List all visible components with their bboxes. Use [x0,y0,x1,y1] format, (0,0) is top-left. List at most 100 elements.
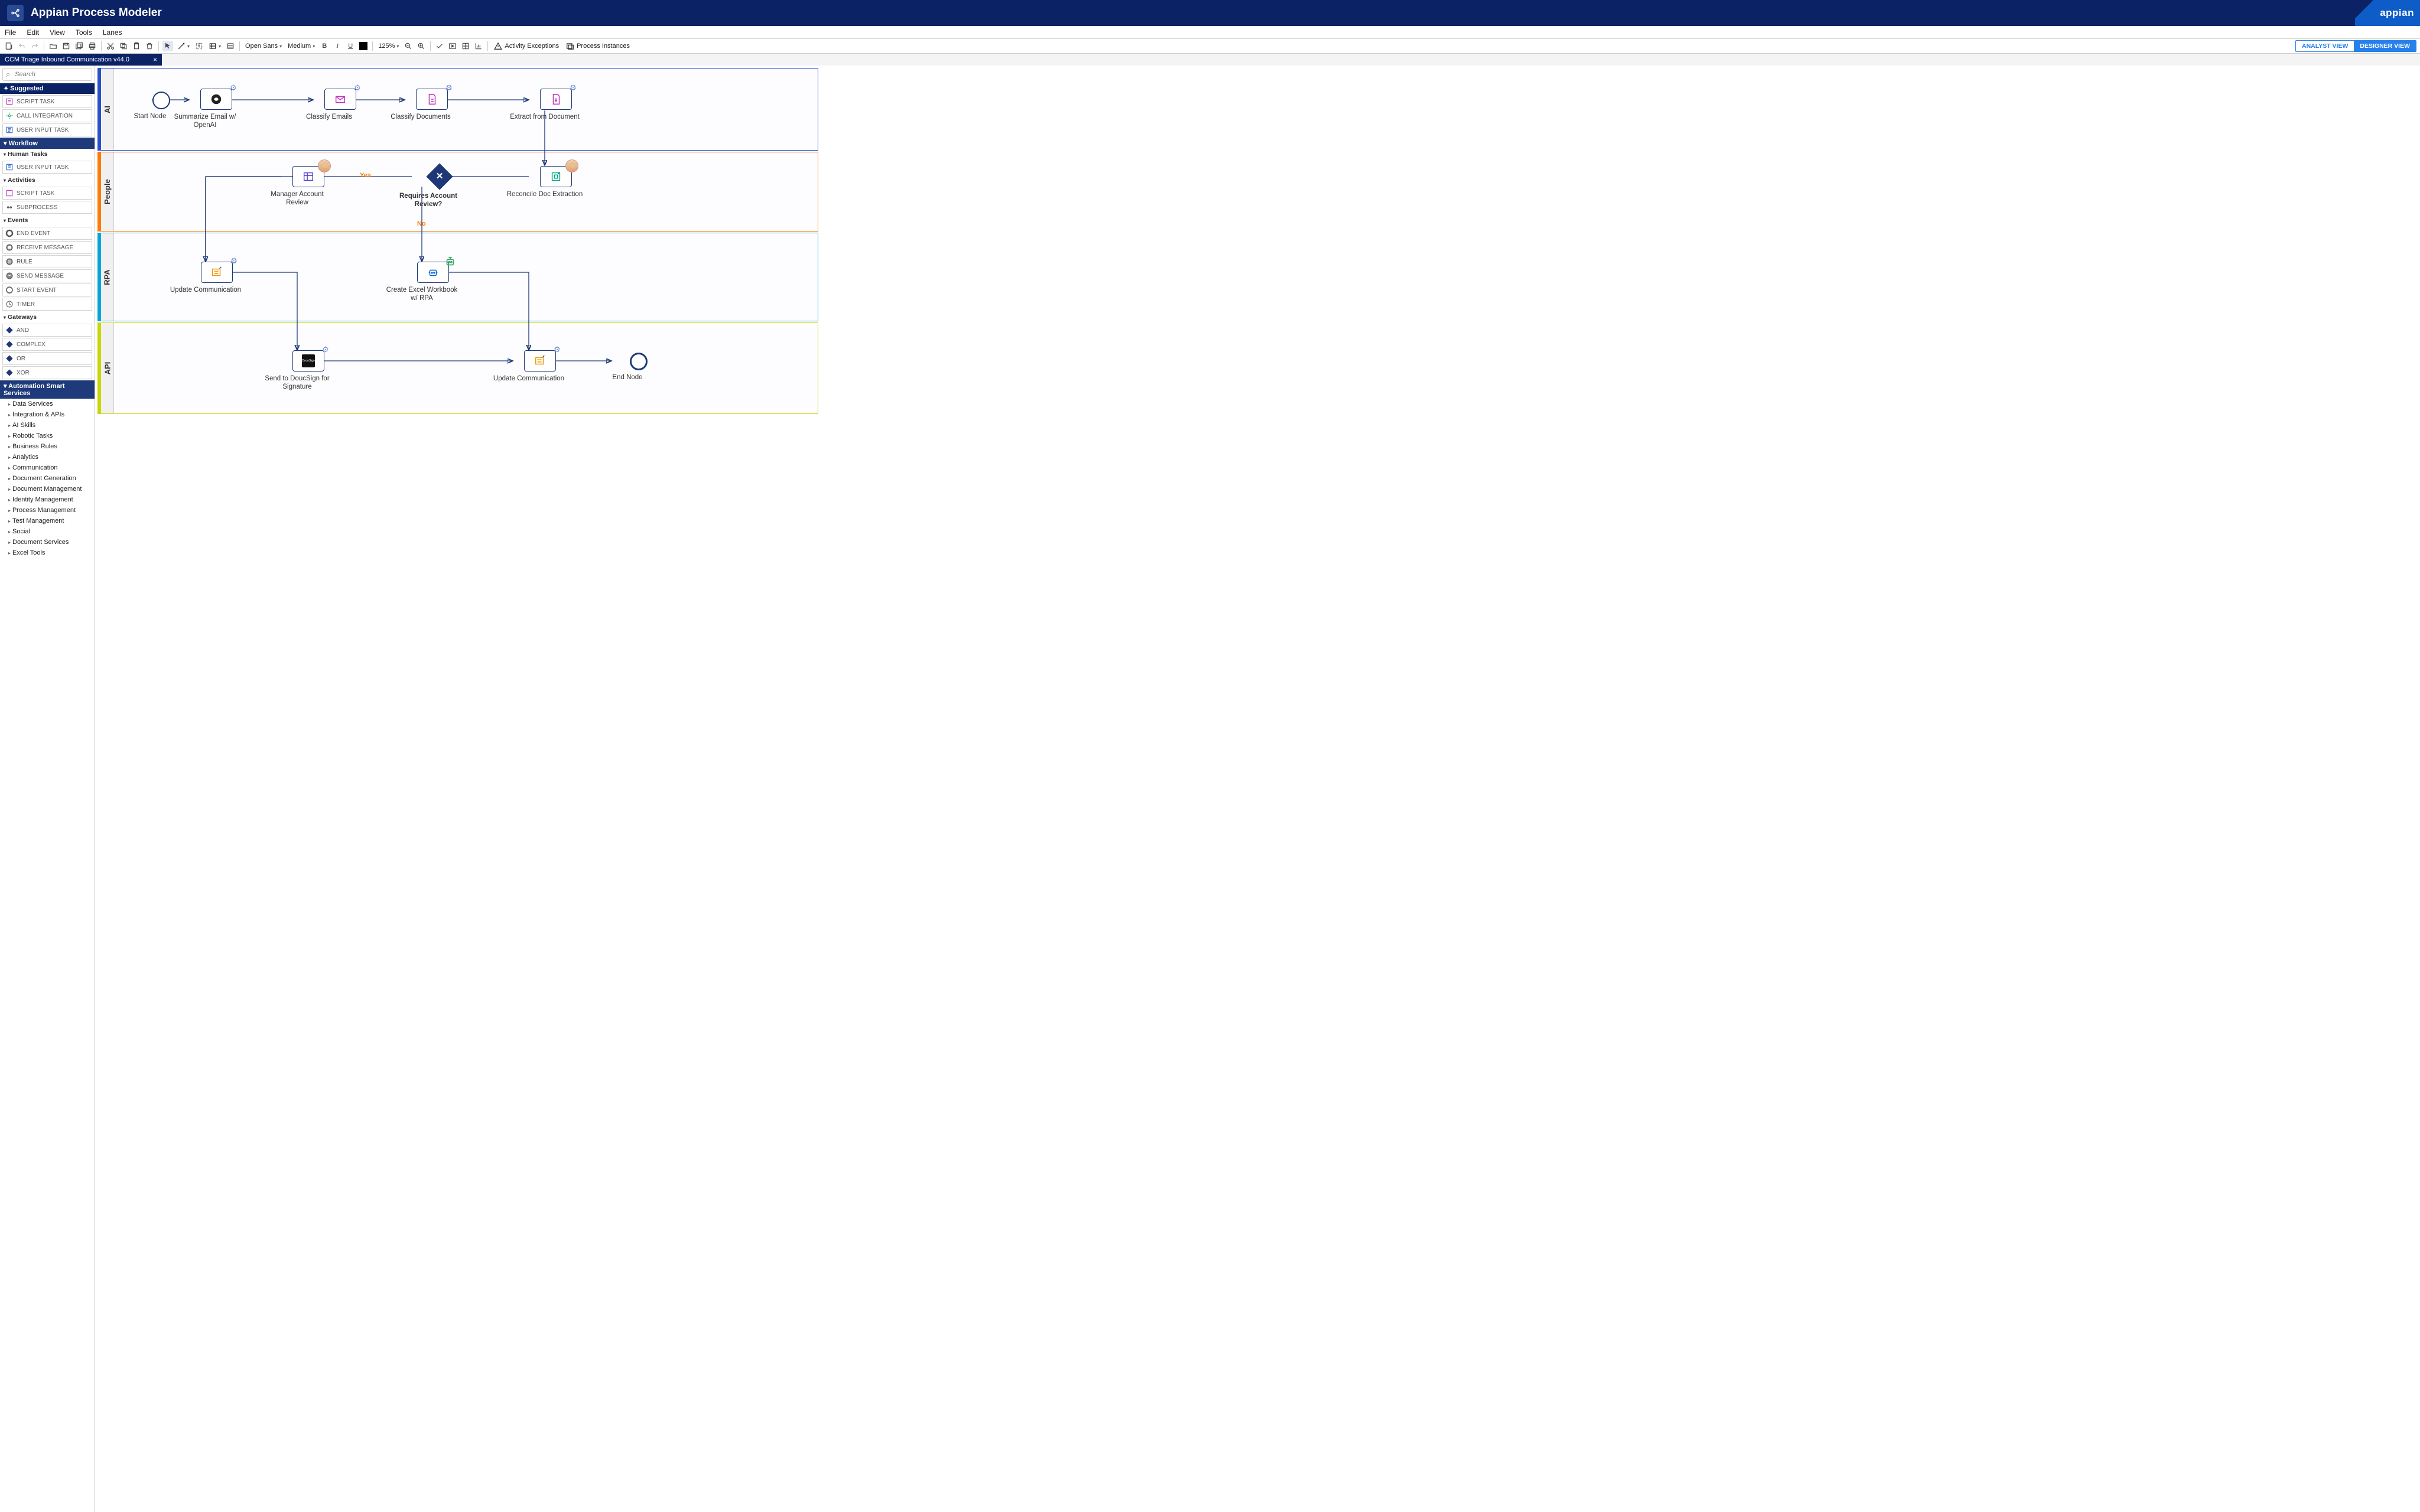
node-create-excel-rpa[interactable]: Create Excel Workbook w/ RPA [406,262,460,303]
item-script-task[interactable]: SCRIPT TASK [2,187,92,200]
node-update-communication-1[interactable]: ⚙ Update Communication [190,262,244,294]
node-summarize-email[interactable]: ⚙ Summarize Email w/ OpenAI [189,89,243,130]
cut-icon[interactable] [105,41,116,51]
process-instances-button[interactable]: Process Instances [564,42,632,50]
menu-tools[interactable]: Tools [76,28,92,37]
analyst-view-tab[interactable]: ANALYST VIEW [2296,41,2354,51]
link-test-management[interactable]: Test Management [0,516,95,526]
link-social[interactable]: Social [0,526,95,537]
menu-view[interactable]: View [50,28,65,37]
edge-label-no: No [417,220,426,227]
italic-icon[interactable]: I [332,41,343,51]
link-business-rules[interactable]: Business Rules [0,441,95,452]
search-input[interactable] [2,68,92,81]
node-send-docusign[interactable]: ⚙ DocuSign Send to DoucSign for Signatur… [281,350,336,392]
node-manager-review[interactable]: Manager Account Review [281,166,336,207]
titlebar: Appian Process Modeler appian [0,0,2420,26]
gear-icon[interactable]: ⚙ [445,83,453,92]
node-classify-documents[interactable]: ⚙ Classify Documents [405,89,459,121]
node-classify-emails[interactable]: ⚙ Classify Emails [313,89,367,121]
copy-icon[interactable] [118,41,129,51]
undo-icon[interactable] [17,41,27,51]
link-process-management[interactable]: Process Management [0,505,95,516]
group-human-tasks[interactable]: Human Tasks [0,149,95,159]
item-gateway-xor[interactable]: XOR [2,366,92,379]
menu-edit[interactable]: Edit [27,28,39,37]
designer-view-tab[interactable]: DESIGNER VIEW [2354,41,2416,51]
item-user-input-task[interactable]: USER INPUT TASK [2,161,92,174]
item-rule[interactable]: RULE [2,255,92,268]
menu-lanes[interactable]: Lanes [103,28,122,37]
save-icon[interactable] [61,41,71,51]
node-end[interactable]: End Node [611,353,666,382]
underline-icon[interactable]: U [345,41,356,51]
new-icon[interactable] [4,41,14,51]
item-gateway-or[interactable]: OR [2,352,92,365]
link-excel-tools[interactable]: Excel Tools [0,548,95,558]
bold-icon[interactable]: B [319,41,330,51]
item-receive-message[interactable]: RECEIVE MESSAGE [2,241,92,254]
node-reconcile-doc[interactable]: Reconcile Doc Extraction [529,166,583,198]
view-toggle[interactable]: ANALYST VIEW DESIGNER VIEW [2295,40,2416,52]
print-icon[interactable] [87,41,97,51]
paste-icon[interactable] [131,41,142,51]
gear-icon[interactable]: ⚙ [321,345,330,353]
chart-icon[interactable] [473,41,484,51]
item-timer[interactable]: TIMER [2,298,92,311]
item-gateway-and[interactable]: AND [2,324,92,337]
gear-icon[interactable]: ⚙ [353,83,362,92]
text-tool-icon[interactable] [194,41,204,51]
menu-file[interactable]: File [5,28,16,37]
link-document-services[interactable]: Document Services [0,537,95,548]
link-identity-management[interactable]: Identity Management [0,494,95,505]
close-icon[interactable]: × [153,56,157,64]
redo-icon[interactable] [30,41,40,51]
group-activities[interactable]: Activities [0,175,95,185]
item-gateway-complex[interactable]: COMPLEX [2,338,92,351]
pointer-icon[interactable] [162,41,173,51]
font-weight-dropdown[interactable]: Medium [286,43,317,50]
group-events[interactable]: Events [0,215,95,226]
link-robotic-tasks[interactable]: Robotic Tasks [0,431,95,441]
color-picker[interactable] [358,41,369,51]
connector-icon[interactable] [175,42,191,50]
suggested-user-input-task[interactable]: USER INPUT TASK [2,123,92,136]
link-document-generation[interactable]: Document Generation [0,473,95,484]
process-canvas[interactable]: AI People RPA API [95,66,2420,1512]
link-data-services[interactable]: Data Services [0,399,95,409]
gear-icon[interactable]: ⚙ [569,83,577,92]
node-gateway-requires-review[interactable]: Requires Account Review? [412,167,467,209]
link-ai-skills[interactable]: AI Skills [0,420,95,431]
zoom-in-icon[interactable] [416,41,427,51]
gear-icon[interactable]: ⚙ [553,345,561,353]
gear-icon[interactable]: ⚙ [229,83,238,92]
open-icon[interactable] [48,41,58,51]
zoom-out-icon[interactable] [403,41,414,51]
item-subprocess[interactable]: SUBPROCESS [2,201,92,214]
gear-icon[interactable]: ⚙ [230,256,238,265]
link-analytics[interactable]: Analytics [0,452,95,462]
suggested-script-task[interactable]: SCRIPT TASK [2,95,92,108]
delete-icon[interactable] [144,41,155,51]
link-integration-apis[interactable]: Integration & APIs [0,409,95,420]
item-end-event[interactable]: END EVENT [2,227,92,240]
group-gateways[interactable]: Gateways [0,312,95,322]
link-document-management[interactable]: Document Management [0,484,95,494]
grid-icon[interactable] [460,41,471,51]
activity-exceptions-button[interactable]: Activity Exceptions [492,42,561,50]
item-start-event[interactable]: START EVENT [2,284,92,296]
tab-active[interactable]: CCM Triage Inbound Communication v44.0 × [0,54,162,66]
lane-api[interactable]: API [97,322,818,414]
run-icon[interactable] [447,41,458,51]
swimlane-icon[interactable] [225,41,236,51]
save-all-icon[interactable] [74,41,84,51]
font-family-dropdown[interactable]: Open Sans [243,43,284,50]
item-send-message[interactable]: SEND MESSAGE [2,269,92,282]
link-communication[interactable]: Communication [0,462,95,473]
node-extract-document[interactable]: ⚙ Extract from Document [529,89,583,121]
lane-tool-icon[interactable] [207,42,223,50]
suggested-call-integration[interactable]: CALL INTEGRATION [2,109,92,122]
zoom-dropdown[interactable]: 125% [376,43,401,50]
node-update-communication-2[interactable]: ⚙ Update Communication [513,350,567,383]
validate-icon[interactable] [434,41,445,51]
